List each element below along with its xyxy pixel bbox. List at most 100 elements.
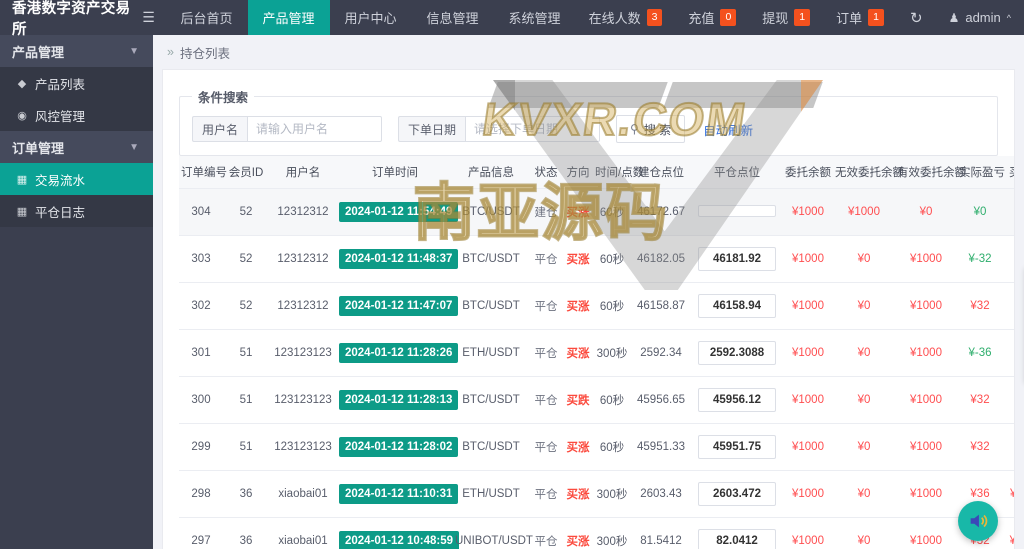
cell-duration: 300秒 xyxy=(593,517,631,549)
cell-order-id: 297 xyxy=(179,517,223,549)
cell-order-time: 2024-01-12 11:28:02 xyxy=(337,423,459,471)
sidebar-item-risk-control[interactable]: ◉ 风控管理 xyxy=(0,99,153,131)
tab-user-center[interactable]: 用户中心 xyxy=(330,0,412,35)
table-row: 304 52 12312312 2024-01-12 11:54:49 BTC/USDT… xyxy=(179,188,1014,236)
cell-product: BTC/USDT xyxy=(453,282,529,330)
th-open-point: 建仓点位 xyxy=(631,156,691,189)
stat-orders-badge: 1 xyxy=(868,9,884,26)
username-label: 用户名 xyxy=(192,116,248,142)
search-button[interactable]: ⚲ 搜 索 xyxy=(616,115,686,143)
order-time-chip: 2024-01-12 11:28:13 xyxy=(339,390,459,410)
search-date-input[interactable] xyxy=(465,116,601,142)
cell-state: 平仓 xyxy=(529,517,563,549)
cell-after-balance: ¥410864 xyxy=(1003,517,1014,549)
cell-actual-pnl: ¥32 xyxy=(957,282,1003,330)
cell-product: BTC/USDT xyxy=(453,423,529,471)
stat-recharge[interactable]: 充值 0 xyxy=(675,0,749,35)
th-state: 状态 xyxy=(529,156,563,189)
list-icon: ▦ xyxy=(16,205,28,218)
close-point-value[interactable]: 45951.75 xyxy=(698,435,776,459)
cell-close-point: 45956.12 xyxy=(691,376,783,424)
username-field-group: 用户名 xyxy=(192,116,383,142)
sidebar-filler xyxy=(0,227,153,549)
stat-online-users[interactable]: 在线人数 3 xyxy=(576,0,676,35)
refresh-button[interactable]: ↻ xyxy=(897,0,936,35)
table-header: 订单编号 会员ID 用户名 订单时间 产品信息 状态 方向 时间/点数 建仓点位… xyxy=(179,156,1014,189)
sidebar-group-order-management[interactable]: 订单管理 ▼ xyxy=(0,131,153,163)
cell-username: 12312312 xyxy=(269,188,337,236)
close-point-value[interactable]: 82.0412 xyxy=(698,529,776,549)
close-point-value[interactable]: 45956.12 xyxy=(698,388,776,412)
user-menu[interactable]: ♟ admin ^ xyxy=(936,0,1024,35)
tab-info-management[interactable]: 信息管理 xyxy=(412,0,494,35)
cell-actual-pnl: ¥0 xyxy=(957,188,1003,236)
sidebar-item-close-log-label: 平仓日志 xyxy=(35,205,86,220)
cell-valid-balance: ¥1000 xyxy=(895,470,957,518)
stat-orders[interactable]: 订单 1 xyxy=(823,0,897,35)
sidebar-item-close-log[interactable]: ▦ 平仓日志 xyxy=(0,195,153,227)
search-legend: 条件搜索 xyxy=(198,91,249,105)
cell-after-balance: ¥9000 xyxy=(1003,423,1014,471)
top-nav: 后台首页 产品管理 用户中心 信息管理 系统管理 xyxy=(165,0,575,35)
breadcrumb-arrow-icon: » xyxy=(167,45,174,59)
cell-after-balance: ¥411928 xyxy=(1003,470,1014,518)
tab-backend-home[interactable]: 后台首页 xyxy=(165,0,247,35)
cell-member-id: 51 xyxy=(223,376,269,424)
hamburger-icon[interactable]: ☰ xyxy=(132,0,166,35)
tab-system-management[interactable]: 系统管理 xyxy=(494,0,576,35)
order-time-chip: 2024-01-12 11:10:31 xyxy=(339,484,459,504)
top-right-stats: 在线人数 3 充值 0 提现 1 订单 1 ↻ ♟ admin ^ xyxy=(576,0,1024,35)
close-point-value[interactable]: 2603.472 xyxy=(698,482,776,506)
table-row: 300 51 123123123 2024-01-12 11:28:13 BTC/USD… xyxy=(179,376,1014,424)
sidebar-item-transaction-flow[interactable]: ▦ 交易流水 xyxy=(0,163,153,195)
cell-open-point: 46158.87 xyxy=(631,282,691,330)
stat-orders-label: 订单 xyxy=(836,11,863,26)
cell-after-balance: ¥8000 xyxy=(1003,188,1014,236)
chevron-down-icon: ▼ xyxy=(129,141,139,153)
table-row: 299 51 123123123 2024-01-12 11:28:02 BTC/USD… xyxy=(179,423,1014,471)
cell-open-point: 45951.33 xyxy=(631,423,691,471)
cell-invalid-balance: ¥0 xyxy=(833,470,895,518)
search-button-label: 搜 索 xyxy=(643,122,672,137)
auto-refresh-link[interactable]: 自动刷新 xyxy=(703,120,753,139)
cell-state: 建仓 xyxy=(529,188,563,236)
cell-product: UNIBOT/USDT xyxy=(453,517,533,549)
cell-entrust-balance: ¥1000 xyxy=(783,470,833,518)
sidebar-item-risk-control-label: 风控管理 xyxy=(35,109,86,124)
cell-order-time: 2024-01-12 11:54:49 xyxy=(337,188,459,236)
close-point-value[interactable]: 46181.92 xyxy=(698,247,776,271)
cell-state: 平仓 xyxy=(529,423,563,471)
audio-notification-button[interactable] xyxy=(958,501,998,541)
cell-member-id: 36 xyxy=(223,517,269,549)
main-panel: KVXR.COM 南亚源码 条件搜索 用户名 下单日期 xyxy=(162,69,1015,549)
cell-state: 平仓 xyxy=(529,470,563,518)
cell-product: BTC/USDT xyxy=(453,188,529,236)
app-brand: 香港数字资产交易所 xyxy=(0,0,132,38)
cell-valid-balance: ¥1000 xyxy=(895,329,957,377)
table-row: 297 36 xiaobai01 2024-01-12 10:48:59 UNIBOT/… xyxy=(179,517,1014,549)
cell-direction: 买涨 xyxy=(563,282,593,330)
th-order-id: 订单编号 xyxy=(179,156,227,189)
sidebar-item-transaction-flow-label: 交易流水 xyxy=(35,173,86,188)
close-point-value[interactable]: 46158.94 xyxy=(698,294,776,318)
search-username-input[interactable] xyxy=(247,116,383,142)
close-point-value[interactable] xyxy=(698,204,776,217)
sidebar-item-product-list[interactable]: ◆ 产品列表 xyxy=(0,67,153,99)
stat-withdraw[interactable]: 提现 1 xyxy=(749,0,823,35)
cell-order-time: 2024-01-12 11:48:37 xyxy=(337,235,459,283)
tab-product-management[interactable]: 产品管理 xyxy=(247,0,330,35)
th-product: 产品信息 xyxy=(453,156,529,189)
th-actual-pnl: 实际盈亏 xyxy=(957,156,1005,189)
sidebar-group-product-management-label: 产品管理 xyxy=(12,44,65,60)
sidebar-group-product-management[interactable]: 产品管理 ▼ xyxy=(0,35,153,67)
search-fieldset: 条件搜索 用户名 下单日期 ⚲ 搜 索 xyxy=(179,87,998,156)
stat-withdraw-badge: 1 xyxy=(794,9,811,26)
close-point-value[interactable]: 2592.3088 xyxy=(698,341,776,365)
table-row: 301 51 123123123 2024-01-12 11:28:26 ETH/USD… xyxy=(179,329,1014,377)
order-time-chip: 2024-01-12 11:28:26 xyxy=(339,343,459,363)
table-scroll-container[interactable]: 订单编号 会员ID 用户名 订单时间 产品信息 状态 方向 时间/点数 建仓点位… xyxy=(163,156,1014,549)
cell-order-id: 302 xyxy=(179,282,223,330)
list-icon: ▦ xyxy=(16,173,28,186)
cell-valid-balance: ¥1000 xyxy=(895,517,957,549)
page-title: 持仓列表 xyxy=(179,46,230,61)
